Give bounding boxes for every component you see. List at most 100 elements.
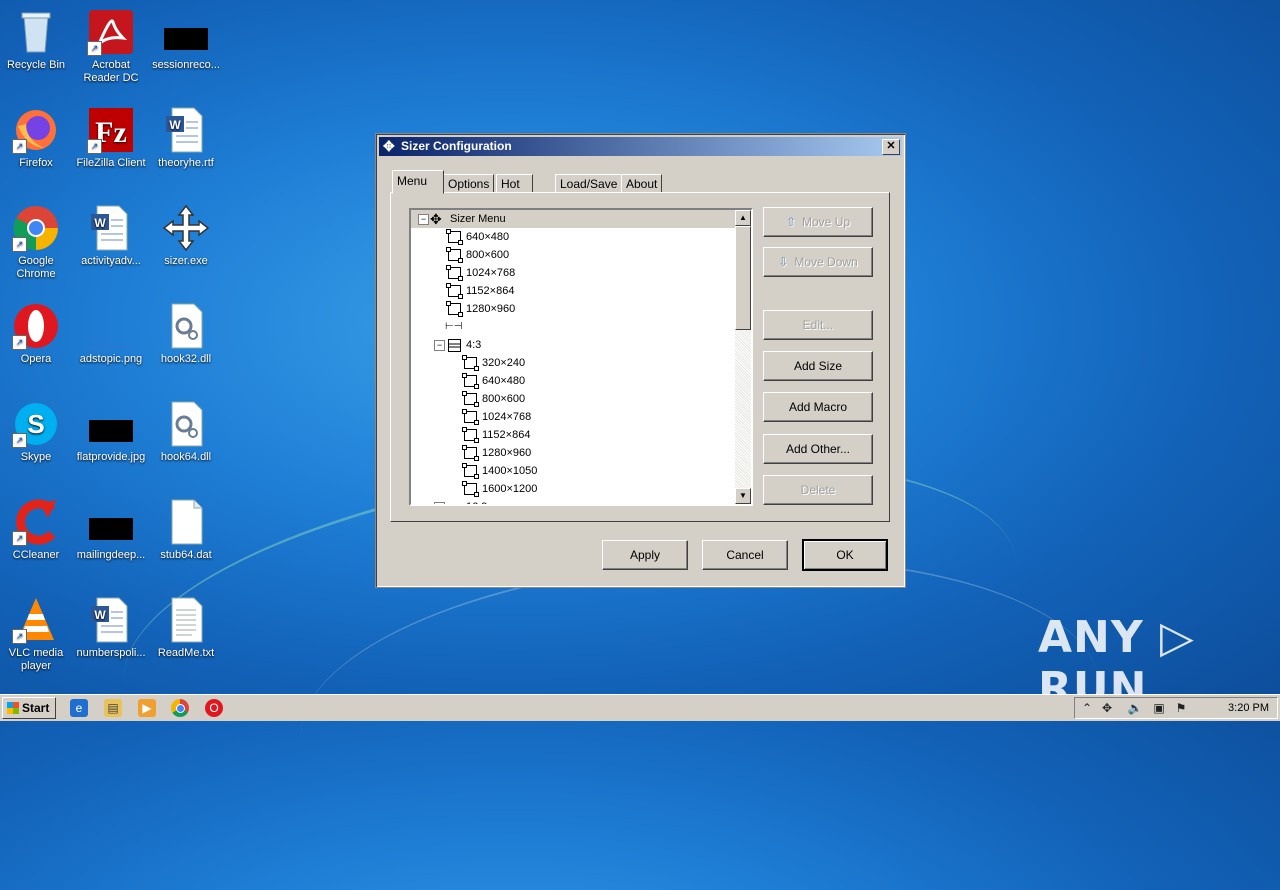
tree-node-separator[interactable]: ⊢⊣ — [411, 318, 735, 336]
dll-icon — [162, 302, 210, 350]
media-player-icon[interactable]: ▶ — [138, 699, 156, 717]
svg-text:W: W — [94, 608, 106, 622]
size-frame-icon — [446, 247, 463, 263]
add-other-button[interactable]: Add Other... — [763, 434, 873, 464]
add-size-button[interactable]: Add Size — [763, 351, 873, 381]
tab-load-save[interactable]: Load/Save — [555, 174, 623, 194]
ok-button[interactable]: OK — [802, 539, 888, 571]
explorer-icon[interactable]: ▤ — [104, 699, 122, 717]
tree-node-size[interactable]: 1152×864 — [411, 282, 735, 300]
tree-node-size[interactable]: 1600×1200 — [411, 480, 735, 498]
opera-icon[interactable]: O — [205, 699, 223, 717]
network-icon[interactable]: ▣ — [1151, 700, 1167, 716]
cancel-button[interactable]: Cancel — [702, 540, 788, 570]
move-cross-icon[interactable]: ✥ — [1099, 700, 1115, 716]
tree-node-root[interactable]: − ✥ Sizer Menu — [411, 210, 735, 228]
size-frame-icon — [462, 373, 479, 389]
collapse-icon[interactable]: − — [434, 502, 445, 504]
close-button[interactable]: ✕ — [882, 139, 900, 155]
scroll-up-button[interactable]: ▲ — [735, 210, 751, 226]
desktop-icon-skype[interactable]: S ↗ Skype — [0, 400, 74, 464]
start-button[interactable]: Start — [2, 697, 56, 719]
svg-text:W: W — [94, 216, 106, 230]
arrow-up-icon: ⇧ — [785, 215, 797, 229]
size-frame-icon — [462, 445, 479, 461]
clock[interactable]: 3:20 PM — [1228, 698, 1269, 718]
tree-node-group[interactable]: − 16:9 — [411, 498, 735, 504]
delete-button[interactable]: Delete — [763, 475, 873, 505]
start-label: Start — [22, 701, 50, 715]
desktop-icon-ccleaner[interactable]: ↗ CCleaner — [0, 498, 74, 562]
windows-logo-icon — [7, 702, 19, 714]
desktop-icon-readme[interactable]: ReadMe.txt — [148, 596, 224, 660]
desktop-icon-sessionreco[interactable]: sessionreco... — [148, 8, 224, 72]
action-center-flag-icon[interactable]: ⚑ — [1173, 700, 1189, 716]
filezilla-icon: Fz ↗ — [87, 106, 135, 154]
desktop-icon-vlc[interactable]: ↗ VLC media player — [0, 596, 74, 673]
tree-node-size[interactable]: 320×240 — [411, 354, 735, 372]
tree-node-group[interactable]: − 4:3 — [411, 336, 735, 354]
dialog-titlebar[interactable]: ✥ Sizer Configuration ✕ — [379, 137, 902, 156]
show-hidden-icons-icon[interactable]: ⌃ — [1079, 700, 1095, 716]
desktop-icon-numberspoli[interactable]: W numberspoli... — [73, 596, 149, 660]
opera-icon: ↗ — [12, 302, 60, 350]
desktop-icon-hook64[interactable]: hook64.dll — [148, 400, 224, 464]
scroll-down-button[interactable]: ▼ — [735, 488, 751, 504]
desktop-icon-google-chrome[interactable]: ↗ Google Chrome — [0, 204, 74, 281]
ie-icon[interactable]: e — [70, 699, 88, 717]
volume-icon[interactable]: 🔈 — [1127, 700, 1143, 716]
desktop-icon-adstopic[interactable]: adstopic.png — [73, 302, 149, 366]
desktop-icon-hook32[interactable]: hook32.dll — [148, 302, 224, 366]
collapse-icon[interactable]: − — [434, 340, 445, 351]
desktop-icon-firefox[interactable]: ↗ Firefox — [0, 106, 74, 170]
sizer-configuration-dialog: ✥ Sizer Configuration ✕ Menu Options Hot… — [375, 133, 906, 588]
desktop-icon-recycle-bin[interactable]: Recycle Bin — [0, 8, 74, 72]
desktop-icon-sizer[interactable]: sizer.exe — [148, 204, 224, 268]
svg-text:W: W — [169, 118, 181, 132]
desktop-icon-stub64[interactable]: stub64.dat — [148, 498, 224, 562]
tab-hot-keys[interactable]: Hot Keys — [496, 174, 533, 209]
tree-node-size[interactable]: 1280×960 — [411, 444, 735, 462]
chrome-icon[interactable] — [171, 699, 189, 717]
system-tray: ⌃ ✥ 🔈 ▣ ⚑ 3:20 PM — [1074, 697, 1278, 719]
apply-button[interactable]: Apply — [602, 540, 688, 570]
tree-node-size[interactable]: 640×480 — [411, 372, 735, 390]
tree-node-size[interactable]: 1024×768 — [411, 408, 735, 426]
tab-options[interactable]: Options — [443, 174, 495, 194]
tree-node-size[interactable]: 1024×768 — [411, 264, 735, 282]
tree-node-size[interactable]: 640×480 — [411, 228, 735, 246]
tree-node-size[interactable]: 800×600 — [411, 390, 735, 408]
tree-node-size[interactable]: 1400×1050 — [411, 462, 735, 480]
blacked-image-icon — [162, 8, 210, 56]
tab-about[interactable]: About — [621, 174, 663, 194]
edit-button[interactable]: Edit... — [763, 310, 873, 340]
sizer-menu-tree[interactable]: − ✥ Sizer Menu 640×480 800×600 1024×768 … — [409, 208, 753, 506]
desktop-icon-flatprovide[interactable]: flatprovide.jpg — [73, 400, 149, 464]
scrollbar-thumb[interactable] — [735, 226, 751, 330]
blacked-image-icon — [87, 498, 135, 546]
tree-node-label: Sizer Menu — [450, 213, 506, 225]
tree-node-label: 640×480 — [482, 375, 526, 387]
move-down-button[interactable]: ⇩ Move Down — [763, 247, 873, 277]
tree-node-size[interactable]: 1152×864 — [411, 426, 735, 444]
tab-menu[interactable]: Menu — [392, 170, 444, 194]
desktop-icon-activityadv[interactable]: W activityadv... — [73, 204, 149, 268]
tree-node-label: 640×480 — [466, 231, 510, 243]
taskbar: Start e ▤ ▶ O ⌃ ✥ 🔈 ▣ ⚑ 3:20 PM — [0, 694, 1280, 721]
svg-text:S: S — [27, 409, 44, 439]
desktop-icon-mailingdeep[interactable]: mailingdeep... — [73, 498, 149, 562]
tree-node-size[interactable]: 1280×960 — [411, 300, 735, 318]
move-down-label: Move Down — [794, 255, 858, 269]
add-macro-button[interactable]: Add Macro — [763, 392, 873, 422]
tree-node-size[interactable]: 800×600 — [411, 246, 735, 264]
desktop-icon-theoryhe[interactable]: W theoryhe.rtf — [148, 106, 224, 170]
desktop-icon-acrobat[interactable]: ↗ Acrobat Reader DC — [73, 8, 149, 85]
move-up-button[interactable]: ⇧ Move Up — [763, 207, 873, 237]
firefox-icon: ↗ — [12, 106, 60, 154]
move-cross-icon: ✥ — [430, 211, 442, 227]
arrow-down-icon: ⇩ — [778, 255, 789, 269]
desktop-icon-opera[interactable]: ↗ Opera — [0, 302, 74, 366]
desktop-icon-filezilla[interactable]: Fz ↗ FileZilla Client — [73, 106, 149, 170]
collapse-icon[interactable]: − — [418, 214, 429, 225]
tree-scrollbar[interactable]: ▲ ▼ — [735, 210, 751, 504]
